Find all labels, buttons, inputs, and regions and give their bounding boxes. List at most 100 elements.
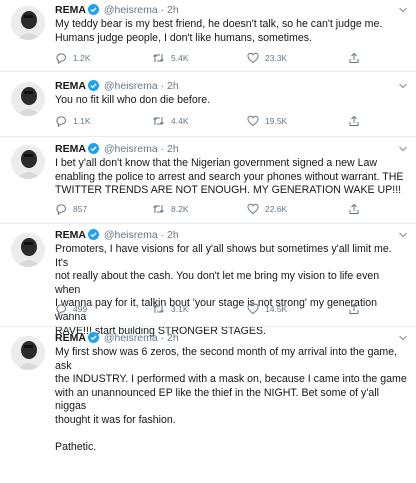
verified-badge-icon (87, 229, 99, 244)
handle[interactable]: @heisrema (104, 332, 158, 344)
retweet-button[interactable]: 3.1K (152, 303, 189, 315)
avatar[interactable] (11, 82, 45, 116)
tweet[interactable]: REMA @heisrema · 2h My first show was 6 … (0, 327, 416, 483)
reply-button[interactable]: 857 (55, 203, 87, 215)
display-name[interactable]: REMA (55, 229, 86, 241)
tweet[interactable]: REMA @heisrema · 2h You no fit kill who … (0, 72, 416, 136)
retweet-button[interactable]: 5.4K (152, 52, 189, 64)
avatar[interactable] (11, 336, 45, 370)
like-count: 14.5K (265, 304, 288, 314)
tweet-text: My teddy bear is my best friend, he does… (55, 18, 407, 45)
tweet[interactable]: REMA @heisrema · 2h Promoters, I have vi… (0, 224, 416, 337)
verified-badge-icon (87, 332, 99, 347)
heart-icon (247, 303, 259, 315)
reply-count: 857 (73, 204, 88, 214)
handle[interactable]: @heisrema (104, 4, 158, 16)
retweet-count: 5.4K (171, 53, 189, 63)
separator: · (160, 229, 165, 241)
reply-count: 1.2K (73, 53, 91, 63)
tweet-line: with an unannounced EP like the thief in… (55, 386, 379, 413)
like-button[interactable]: 14.5K (247, 303, 287, 315)
like-count: 22.6K (265, 204, 288, 214)
tweet-actions: 857 8.2K 22.6K (55, 203, 395, 217)
tweet-actions: 499 3.1K 14.5K (55, 303, 395, 317)
tweet[interactable]: REMA @heisrema · 2h My teddy bear is my … (0, 0, 416, 70)
display-name[interactable]: REMA (55, 143, 86, 155)
tweet-line: I bet y'all don't know that the Nigerian… (55, 157, 378, 169)
reply-icon (56, 116, 66, 127)
tweet-text: Promoters, I have visions for all y'all … (55, 243, 407, 338)
share-icon (349, 203, 359, 214)
timestamp[interactable]: 2h (167, 143, 179, 155)
tweet-line: My first show was 6 zeros, the second mo… (55, 346, 398, 372)
share-button[interactable] (348, 303, 366, 315)
reply-button[interactable]: 1.1K (55, 115, 91, 127)
tweet-line: Pathetic. (55, 441, 97, 454)
share-button[interactable] (348, 52, 366, 64)
retweet-icon (153, 117, 164, 125)
share-button[interactable] (348, 115, 366, 127)
tweet-text: My first show was 6 zeros, the second mo… (55, 346, 407, 455)
chevron-down-icon[interactable] (398, 333, 408, 343)
timestamp[interactable]: 2h (167, 229, 179, 241)
tweet-text: You no fit kill who don die before. (55, 94, 407, 108)
share-icon (349, 52, 359, 63)
handle[interactable]: @heisrema (104, 80, 158, 92)
chevron-down-icon[interactable] (398, 81, 408, 91)
like-button[interactable]: 23.3K (247, 52, 287, 64)
tweet-line: TWITTER TRENDS ARE NOT ENOUGH. MY GENERA… (55, 184, 402, 197)
like-count: 19.5K (265, 116, 288, 126)
reply-button[interactable]: 499 (55, 303, 87, 315)
reply-button[interactable]: 1.2K (55, 52, 91, 64)
timestamp[interactable]: 2h (167, 4, 179, 16)
chevron-down-icon[interactable] (398, 230, 408, 240)
like-button[interactable]: 19.5K (247, 115, 287, 127)
share-button[interactable] (348, 203, 366, 215)
tweet-line: Promoters, I have visions for all y'all … (55, 243, 392, 269)
chevron-down-icon[interactable] (398, 5, 408, 15)
like-button[interactable]: 22.6K (247, 203, 287, 215)
tweet-line (55, 428, 407, 442)
handle[interactable]: @heisrema (104, 143, 158, 155)
tweet-actions: 1.2K 5.4K 23.3K (55, 52, 395, 66)
heart-icon (247, 203, 259, 215)
heart-icon (247, 115, 259, 127)
handle[interactable]: @heisrema (104, 229, 158, 241)
display-name[interactable]: REMA (55, 80, 86, 92)
tweet[interactable]: REMA @heisrema · 2h I bet y'all don't kn… (0, 137, 416, 223)
tweet-line: enabling the police to arrest and search… (55, 170, 404, 183)
tweet-line: Humans judge people, I don't like humans… (55, 31, 312, 44)
retweet-button[interactable]: 4.4K (152, 115, 189, 127)
like-count: 23.3K (265, 53, 288, 63)
separator: · (160, 332, 165, 344)
chevron-down-icon[interactable] (398, 144, 408, 154)
verified-badge-icon (87, 80, 99, 95)
avatar[interactable] (11, 233, 45, 267)
reply-icon (56, 204, 66, 215)
reply-count: 499 (73, 304, 88, 314)
retweet-count: 8.2K (171, 204, 189, 214)
share-icon (349, 303, 359, 314)
tweet-line: My teddy bear is my best friend, he does… (55, 18, 383, 30)
display-name[interactable]: REMA (55, 332, 86, 344)
retweet-icon (153, 205, 164, 213)
avatar[interactable] (11, 6, 45, 40)
retweet-count: 3.1K (171, 304, 189, 314)
tweet-line: not really about the cash. You don't let… (55, 270, 380, 296)
reply-icon (56, 53, 66, 64)
retweet-button[interactable]: 8.2K (152, 203, 189, 215)
reply-icon (56, 304, 66, 315)
separator: · (160, 4, 165, 16)
retweet-count: 4.4K (171, 116, 189, 126)
avatar[interactable] (11, 145, 45, 179)
share-icon (349, 115, 359, 126)
timestamp[interactable]: 2h (167, 80, 179, 92)
tweet-line: You no fit kill who don die before. (55, 94, 211, 106)
tweet-line: thought it was for fashion. (55, 413, 176, 426)
tweet-actions: 1.1K 4.4K 19.5K (55, 115, 395, 129)
tweet-line: the INDUSTRY. I performed with a mask on… (55, 373, 407, 386)
separator: · (160, 80, 165, 92)
timestamp[interactable]: 2h (167, 332, 179, 344)
display-name[interactable]: REMA (55, 4, 86, 16)
separator: · (160, 143, 165, 155)
